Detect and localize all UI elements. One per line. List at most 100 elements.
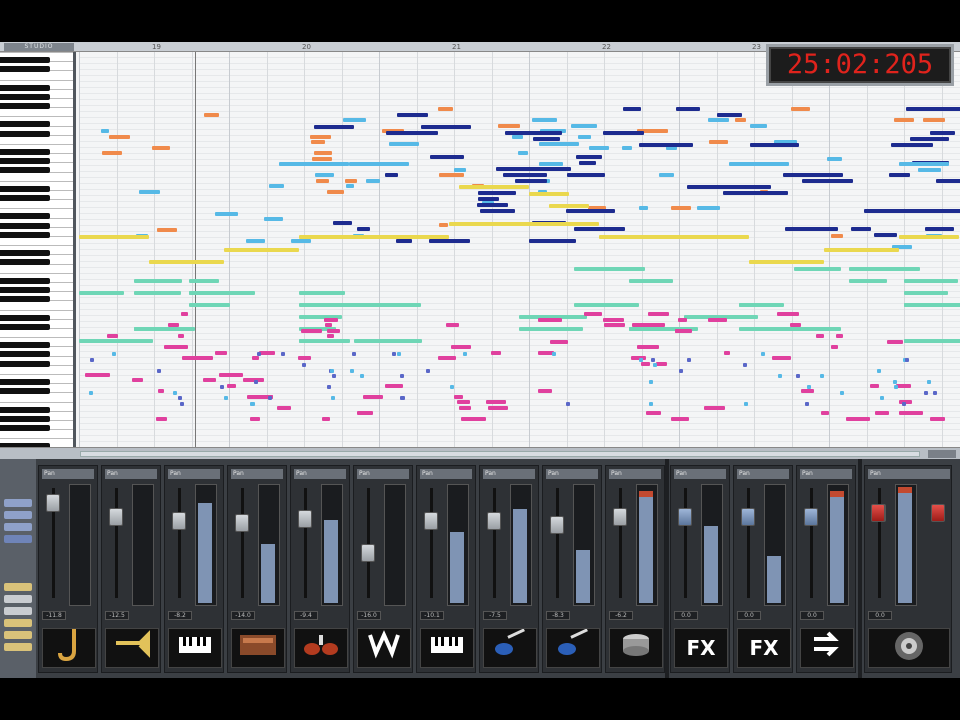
black-key[interactable] xyxy=(0,84,50,91)
midi-note[interactable] xyxy=(252,356,260,360)
midi-note[interactable] xyxy=(794,267,841,271)
midi-note[interactable] xyxy=(256,352,261,356)
white-key[interactable] xyxy=(0,245,73,247)
midi-note[interactable] xyxy=(459,185,529,189)
midi-note[interactable] xyxy=(532,118,557,122)
black-key[interactable] xyxy=(0,185,50,192)
midi-note[interactable] xyxy=(224,396,229,400)
midi-note[interactable] xyxy=(189,279,220,283)
midi-note[interactable] xyxy=(551,352,556,356)
black-key[interactable] xyxy=(0,425,50,431)
midi-note[interactable] xyxy=(397,352,402,356)
black-key[interactable] xyxy=(0,213,50,220)
midi-note[interactable] xyxy=(327,189,345,194)
midi-note[interactable] xyxy=(794,327,841,331)
midi-note[interactable] xyxy=(904,339,960,343)
midi-note[interactable] xyxy=(172,390,177,395)
mixer-view-button[interactable] xyxy=(4,523,32,531)
midi-note[interactable] xyxy=(835,334,843,338)
midi-note[interactable] xyxy=(269,184,284,188)
white-key[interactable] xyxy=(0,337,73,339)
pan-control[interactable]: Pan xyxy=(105,469,157,479)
black-key[interactable] xyxy=(0,93,50,100)
midi-note[interactable] xyxy=(892,379,897,384)
midi-note[interactable] xyxy=(824,248,899,252)
midi-note[interactable] xyxy=(399,396,404,400)
pan-control[interactable]: Pan xyxy=(737,469,789,479)
master-fader[interactable] xyxy=(931,504,945,522)
organ-icon[interactable] xyxy=(231,628,285,668)
black-key[interactable] xyxy=(0,360,50,367)
midi-note[interactable] xyxy=(639,143,693,147)
midi-note[interactable] xyxy=(918,167,941,172)
midi-note[interactable] xyxy=(189,291,225,295)
midi-note[interactable] xyxy=(671,416,690,421)
pan-control[interactable]: Pan xyxy=(546,469,598,479)
midi-note[interactable] xyxy=(250,401,255,406)
midi-note[interactable] xyxy=(574,303,639,307)
midi-note[interactable] xyxy=(571,123,597,128)
midi-note[interactable] xyxy=(438,173,465,177)
midi-note[interactable] xyxy=(354,339,423,343)
midi-note[interactable] xyxy=(801,179,853,183)
fx-icon[interactable]: FX xyxy=(674,628,728,668)
mixer-view-button[interactable] xyxy=(4,499,32,507)
mixer-option-button[interactable] xyxy=(4,595,32,603)
midi-note[interactable] xyxy=(901,401,906,406)
midi-note[interactable] xyxy=(157,389,165,393)
midi-note[interactable] xyxy=(396,239,412,243)
black-key[interactable] xyxy=(0,342,50,349)
black-key[interactable] xyxy=(0,277,50,284)
midi-note[interactable] xyxy=(299,339,350,343)
white-key[interactable] xyxy=(0,116,73,118)
volume-fader[interactable] xyxy=(109,508,123,526)
midi-note[interactable] xyxy=(896,383,911,388)
white-key[interactable] xyxy=(0,180,73,182)
scroll-thumb[interactable] xyxy=(80,451,920,457)
midi-note[interactable] xyxy=(310,140,326,144)
pan-control[interactable]: Pan xyxy=(231,469,283,479)
midi-note[interactable] xyxy=(656,361,667,366)
white-key[interactable] xyxy=(0,401,73,403)
midi-note[interactable] xyxy=(134,291,181,295)
midi-note[interactable] xyxy=(226,383,237,388)
midi-note[interactable] xyxy=(177,334,185,338)
midi-note[interactable] xyxy=(331,396,336,400)
midi-note[interactable] xyxy=(351,352,356,356)
midi-note[interactable] xyxy=(639,357,644,362)
midi-note[interactable] xyxy=(366,178,380,183)
midi-note[interactable] xyxy=(749,260,824,264)
midi-note[interactable] xyxy=(299,235,449,239)
midi-note[interactable] xyxy=(389,142,419,146)
midi-note[interactable] xyxy=(876,368,881,373)
midi-note[interactable] xyxy=(445,323,459,327)
midi-note[interactable] xyxy=(359,374,364,378)
midi-note[interactable] xyxy=(891,143,934,147)
midi-note[interactable] xyxy=(429,155,464,159)
midi-note[interactable] xyxy=(599,235,749,239)
midi-note[interactable] xyxy=(89,357,94,362)
midi-note[interactable] xyxy=(904,291,948,295)
white-key[interactable] xyxy=(0,309,73,311)
midi-note[interactable] xyxy=(898,411,923,415)
midi-note[interactable] xyxy=(783,173,843,177)
midi-note[interactable] xyxy=(723,191,762,195)
midi-note[interactable] xyxy=(449,222,599,226)
midi-note[interactable] xyxy=(565,209,616,213)
midi-note[interactable] xyxy=(291,239,311,243)
midi-note[interactable] xyxy=(807,385,812,389)
midi-note[interactable] xyxy=(84,372,111,377)
midi-note[interactable] xyxy=(344,178,357,183)
midi-note[interactable] xyxy=(550,339,569,344)
midi-note[interactable] xyxy=(750,123,767,128)
midi-note[interactable] xyxy=(894,118,914,122)
drum-icon[interactable] xyxy=(609,628,663,668)
midi-note[interactable] xyxy=(178,396,183,400)
midi-note[interactable] xyxy=(537,389,552,393)
midi-note[interactable] xyxy=(151,145,171,150)
midi-note[interactable] xyxy=(849,267,920,271)
horizontal-scrollbar[interactable] xyxy=(0,447,960,459)
pan-control[interactable]: Pan xyxy=(42,469,94,479)
midi-note[interactable] xyxy=(420,125,471,129)
midi-note[interactable] xyxy=(89,390,94,395)
